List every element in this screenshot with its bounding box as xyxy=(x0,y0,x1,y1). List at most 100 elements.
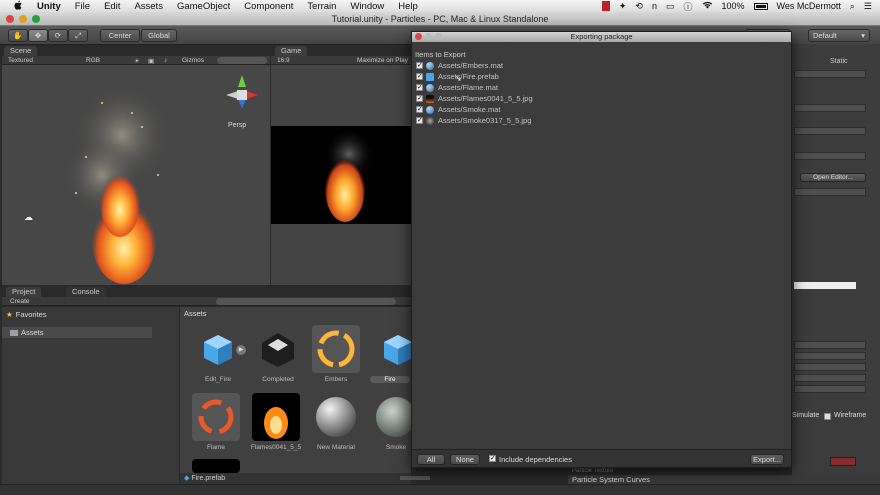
layout-label: Default xyxy=(813,31,837,40)
render-mode-dropdown[interactable]: RGB xyxy=(86,57,100,64)
sync-icon[interactable]: ⟲ xyxy=(635,1,643,12)
inspector-field[interactable] xyxy=(794,363,866,371)
inspector-field[interactable] xyxy=(794,70,866,78)
move-tool-button[interactable]: ✥ xyxy=(28,29,48,42)
assets-folder-item[interactable]: Assets xyxy=(2,327,152,338)
user-name[interactable]: Wes McDermott xyxy=(777,1,841,11)
select-none-button[interactable]: None xyxy=(450,454,480,465)
inspector-field[interactable] xyxy=(794,385,866,393)
dropbox-icon[interactable]: ✦ xyxy=(619,1,627,12)
edit-fire-prefab-thumb[interactable] xyxy=(194,325,242,373)
open-editor-button[interactable]: Open Editor... xyxy=(800,173,866,182)
spotlight-icon[interactable]: ⌕ xyxy=(850,1,855,12)
item-checkbox[interactable]: ✓ xyxy=(416,73,423,80)
assets-breadcrumb[interactable]: Assets xyxy=(184,309,207,318)
gizmos-dropdown[interactable]: Gizmos xyxy=(182,57,204,64)
expand-arrow-icon[interactable]: ▶ xyxy=(236,345,246,355)
list-item[interactable]: ✓ Assets/Fire.prefab xyxy=(414,71,790,82)
embers-material-thumb[interactable] xyxy=(312,325,360,373)
completed-scene-thumb[interactable] xyxy=(254,325,302,373)
item-checkbox[interactable]: ✓ xyxy=(416,95,423,102)
menu-unity[interactable]: Unity xyxy=(37,1,61,12)
list-item[interactable]: ✓ Assets/Embers.mat xyxy=(414,60,790,71)
list-item[interactable]: ✓ Assets/Flames0041_5_5.jpg xyxy=(414,93,790,104)
inspector-field[interactable] xyxy=(794,374,866,382)
hand-tool-button[interactable]: ✋ xyxy=(8,29,28,42)
game-toolbar: 16:9 Maximize on Play xyxy=(271,56,411,65)
maximize-on-play-toggle[interactable]: Maximize on Play xyxy=(357,57,408,64)
item-checkbox[interactable]: ✓ xyxy=(416,62,423,69)
close-window-icon[interactable] xyxy=(6,15,14,23)
tab-scene[interactable]: Scene xyxy=(4,46,38,56)
list-item[interactable]: ✓ Assets/Smoke.mat xyxy=(414,104,790,115)
minimize-window-icon[interactable] xyxy=(19,15,27,23)
tab-console[interactable]: Console xyxy=(66,287,106,297)
particle-texture-label: Particle Texture xyxy=(572,468,614,474)
wireframe-checkbox[interactable] xyxy=(824,413,831,420)
persp-label[interactable]: Persp xyxy=(228,122,246,129)
pivot-center-button[interactable]: Center xyxy=(100,29,140,42)
battery-percent[interactable]: 100% xyxy=(722,1,745,11)
close-dialog-icon[interactable] xyxy=(415,33,422,40)
tab-game[interactable]: Game xyxy=(275,46,308,56)
light-gizmo-icon[interactable]: ☁ xyxy=(24,212,33,223)
inspector-field[interactable] xyxy=(794,152,866,160)
include-dependencies-checkbox[interactable]: ✓ xyxy=(489,455,496,462)
rotate-tool-button[interactable]: ⟳ xyxy=(48,29,68,42)
scene-view[interactable]: ☁ Persp xyxy=(2,65,270,285)
inspector-field[interactable] xyxy=(794,104,866,112)
start-color-swatch[interactable] xyxy=(830,457,856,466)
display-icon[interactable]: ▭ xyxy=(666,1,675,12)
flame-material-thumb[interactable] xyxy=(192,393,240,441)
menu-terrain[interactable]: Terrain xyxy=(307,1,336,12)
inspector-field[interactable] xyxy=(794,341,866,349)
layout-dropdown[interactable]: Default ▾ xyxy=(808,29,870,42)
inspector-field[interactable] xyxy=(794,188,866,196)
simulate-label[interactable]: Simulate xyxy=(792,412,819,419)
item-checkbox[interactable]: ✓ xyxy=(416,117,423,124)
menu-assets[interactable]: Assets xyxy=(134,1,163,12)
menu-help[interactable]: Help xyxy=(398,1,418,12)
export-button[interactable]: Export... xyxy=(750,454,784,465)
wifi-icon[interactable] xyxy=(702,1,713,11)
thumbnail-size-slider[interactable] xyxy=(400,476,430,480)
smoke-texture-thumb-partial[interactable] xyxy=(192,459,240,473)
static-checkbox[interactable]: Static xyxy=(830,58,848,65)
lighting-toggle-icon[interactable]: ☀ xyxy=(134,57,140,65)
color-field[interactable] xyxy=(794,282,856,289)
scene-orientation-gizmo-icon[interactable] xyxy=(222,73,262,117)
menu-file[interactable]: File xyxy=(75,1,90,12)
tab-project[interactable]: Project xyxy=(6,287,42,297)
select-all-button[interactable]: All xyxy=(417,454,445,465)
flames-texture-thumb[interactable] xyxy=(252,393,300,441)
new-material-thumb[interactable] xyxy=(312,393,360,441)
shading-mode-dropdown[interactable]: Textured xyxy=(8,57,33,64)
list-item[interactable]: ✓ Assets/Smoke0317_5_5.jpg xyxy=(414,115,790,126)
create-dropdown[interactable]: Create xyxy=(10,298,30,305)
apple-icon[interactable] xyxy=(14,0,23,13)
red-status-icon[interactable] xyxy=(601,1,610,11)
notification-icon[interactable]: ☰ xyxy=(864,1,872,12)
inspector-field[interactable] xyxy=(794,127,866,135)
scale-tool-button[interactable]: ⤢ xyxy=(68,29,88,42)
project-search-input[interactable] xyxy=(216,298,396,305)
menu-edit[interactable]: Edit xyxy=(104,1,120,12)
image-toggle-icon[interactable]: ▣ xyxy=(148,57,154,65)
favorites-item[interactable]: ★ Favorites xyxy=(6,310,47,319)
audio-toggle-icon[interactable]: ♪ xyxy=(164,57,167,64)
menu-component[interactable]: Component xyxy=(244,1,293,12)
menu-window[interactable]: Window xyxy=(350,1,384,12)
project-asset-grid: Assets ▶ Edit_Fire Completed Embers Fire… xyxy=(180,307,416,473)
info-icon[interactable]: ⓘ xyxy=(683,0,692,13)
scene-search-input[interactable] xyxy=(217,57,267,64)
zoom-window-icon[interactable] xyxy=(32,15,40,23)
inspector-field[interactable] xyxy=(794,352,866,360)
item-checkbox[interactable]: ✓ xyxy=(416,84,423,91)
curves-label: Particle System Curves xyxy=(572,475,650,484)
list-item[interactable]: ✓ Assets/Flame.mat xyxy=(414,82,790,93)
aspect-dropdown[interactable]: 16:9 xyxy=(277,57,290,64)
menu-gameobject[interactable]: GameObject xyxy=(177,1,230,12)
item-checkbox[interactable]: ✓ xyxy=(416,106,423,113)
global-toggle-button[interactable]: Global xyxy=(141,29,177,42)
app-n-icon[interactable]: n xyxy=(652,1,657,11)
